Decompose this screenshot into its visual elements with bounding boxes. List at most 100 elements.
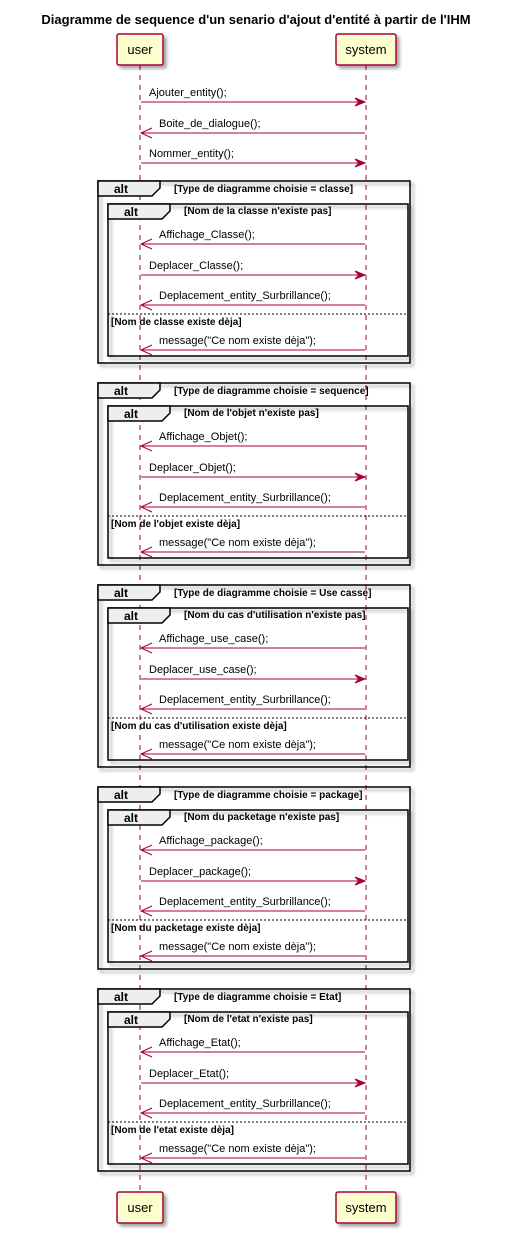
alt-tab-shape xyxy=(107,809,171,826)
message-label: Deplacement_entity_Surbrillance(); xyxy=(159,492,331,504)
alt-label: alt xyxy=(124,407,138,421)
alt-tab: alt xyxy=(97,584,161,601)
alt-label: alt xyxy=(124,811,138,825)
alt-label: alt xyxy=(124,1013,138,1027)
alt-frame-inner: [Nom de l'etat n'existe pas] xyxy=(107,1011,409,1165)
participant-user-bottom[interactable]: user xyxy=(116,1191,164,1224)
alt-frame-inner: [Nom de l'objet n'existe pas] xyxy=(107,405,409,559)
message: Deplacement_entity_Surbrillance(); xyxy=(139,290,365,311)
alt-tab-shape xyxy=(107,203,171,220)
participant-label: user xyxy=(127,42,153,57)
alt-frame-inner: [Nom du cas d'utilisation n'existe pas] xyxy=(107,607,409,761)
diagram-title: Diagramme de sequence d'un senario d'ajo… xyxy=(41,12,470,27)
alt-tab: alt xyxy=(97,180,161,197)
alt-label: alt xyxy=(124,609,138,623)
message: Deplacement_entity_Surbrillance(); xyxy=(139,492,365,513)
alt-label: alt xyxy=(114,788,128,802)
participant-label: system xyxy=(345,42,386,57)
alt-tab: alt xyxy=(107,809,171,826)
alt-guard: [Type de diagramme choisie = package] xyxy=(174,790,363,801)
message: message("Ce nom existe dèja"); xyxy=(139,1143,365,1164)
message-label: Boite_de_dialogue(); xyxy=(159,118,261,130)
message: message("Ce nom existe dèja"); xyxy=(139,537,365,558)
message-label: Deplacement_entity_Surbrillance(); xyxy=(159,896,331,908)
alt-tab: alt xyxy=(107,203,171,220)
alt-tab: alt xyxy=(97,786,161,803)
message-label: message("Ce nom existe dèja"); xyxy=(159,739,316,751)
alt-inner-guard: [Nom du cas d'utilisation n'existe pas] xyxy=(184,610,365,621)
alt-label: alt xyxy=(114,182,128,196)
alt-inner-guard: [Nom de l'objet n'existe pas] xyxy=(184,408,319,419)
alt-guard: [Type de diagramme choisie = Use casse] xyxy=(174,588,371,599)
message-label: Deplacer_Objet(); xyxy=(149,462,236,474)
message: Deplacer_package(); xyxy=(141,866,367,886)
alt-tab-shape xyxy=(97,180,161,197)
participant-user-top[interactable]: user xyxy=(116,33,164,66)
message: message("Ce nom existe dèja"); xyxy=(139,335,365,356)
message: Affichage_use_case(); xyxy=(139,633,365,654)
message: Deplacement_entity_Surbrillance(); xyxy=(139,694,365,715)
message: Deplacer_Etat(); xyxy=(141,1068,367,1088)
message-label: Deplacer_package(); xyxy=(149,866,251,878)
alt-tab-shape xyxy=(107,607,171,624)
message-label: message("Ce nom existe dèja"); xyxy=(159,537,316,549)
message: Deplacement_entity_Surbrillance(); xyxy=(139,1098,365,1119)
participant-label: system xyxy=(345,1200,386,1215)
alt-frame-inner: [Nom de la classe n'existe pas] xyxy=(107,203,409,357)
alt-label: alt xyxy=(114,586,128,600)
message-label: Deplacer_Classe(); xyxy=(149,260,243,272)
message-label: Deplacement_entity_Surbrillance(); xyxy=(159,290,331,302)
alt-label: alt xyxy=(114,990,128,1004)
alt-guard: [Type de diagramme choisie = Etat] xyxy=(174,992,341,1003)
else-guard: [Nom de classe existe dèja] xyxy=(111,317,242,328)
message-label: Affichage_Etat(); xyxy=(159,1037,241,1049)
message-label: Affichage_Classe(); xyxy=(159,229,255,241)
participant-system-bottom[interactable]: system xyxy=(335,1191,397,1224)
message: Boite_de_dialogue(); xyxy=(139,118,365,139)
alt-tab: alt xyxy=(107,607,171,624)
message-label: Affichage_use_case(); xyxy=(159,633,268,645)
message-label: Deplacer_use_case(); xyxy=(149,664,257,676)
message-label: Nommer_entity(); xyxy=(149,148,234,160)
alt-label: alt xyxy=(114,384,128,398)
message: Affichage_Etat(); xyxy=(139,1037,365,1058)
message-label: Affichage_Objet(); xyxy=(159,431,247,443)
participant-label: user xyxy=(127,1200,153,1215)
message: Nommer_entity(); xyxy=(141,148,367,168)
message: Deplacer_Objet(); xyxy=(141,462,367,482)
else-guard: [Nom du packetage existe dèja] xyxy=(111,923,261,934)
message-label: Deplacement_entity_Surbrillance(); xyxy=(159,1098,331,1110)
alt-inner-guard: [Nom de la classe n'existe pas] xyxy=(184,206,331,217)
alt-tab-shape xyxy=(97,786,161,803)
else-guard: [Nom de l'objet existe dèja] xyxy=(111,519,240,530)
alt-guard: [Type de diagramme choisie = sequence] xyxy=(174,386,369,397)
message: Affichage_Classe(); xyxy=(139,229,365,250)
message-label: Affichage_package(); xyxy=(159,835,263,847)
message-label: Deplacement_entity_Surbrillance(); xyxy=(159,694,331,706)
alt-guard: [Type de diagramme choisie = classe] xyxy=(174,184,353,195)
alt-tab: alt xyxy=(97,988,161,1005)
message-label: Ajouter_entity(); xyxy=(149,87,227,99)
participant-system-top[interactable]: system xyxy=(335,33,397,66)
message-label: message("Ce nom existe dèja"); xyxy=(159,335,316,347)
alt-tab-shape xyxy=(97,988,161,1005)
else-guard: [Nom de l'etat existe dèja] xyxy=(111,1125,234,1136)
message: message("Ce nom existe dèja"); xyxy=(139,739,365,760)
message: Deplacer_use_case(); xyxy=(141,664,367,684)
alt-tab: alt xyxy=(97,382,161,399)
alt-tab-shape xyxy=(107,405,171,422)
message-label: message("Ce nom existe dèja"); xyxy=(159,941,316,953)
alt-tab-shape xyxy=(97,382,161,399)
alt-tab: alt xyxy=(107,405,171,422)
alt-label: alt xyxy=(124,205,138,219)
message: Deplacement_entity_Surbrillance(); xyxy=(139,896,365,917)
alt-tab-shape xyxy=(97,584,161,601)
message: Deplacer_Classe(); xyxy=(141,260,367,280)
message-label: message("Ce nom existe dèja"); xyxy=(159,1143,316,1155)
message: Affichage_package(); xyxy=(139,835,365,856)
alt-tab: alt xyxy=(107,1011,171,1028)
sequence-diagram: Diagramme de sequence d'un senario d'ajo… xyxy=(41,12,471,1224)
message: Affichage_Objet(); xyxy=(139,431,365,452)
alt-tab-shape xyxy=(107,1011,171,1028)
message: message("Ce nom existe dèja"); xyxy=(139,941,365,962)
